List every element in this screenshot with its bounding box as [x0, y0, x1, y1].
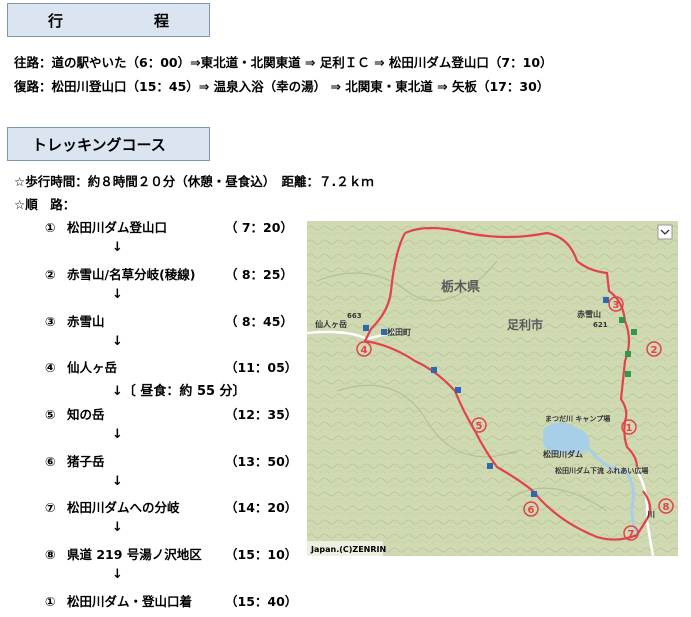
map-label-town: 松田町 — [387, 327, 411, 337]
step-2: ② 赤雪山/名草分岐(稜線) （ 8：25） — [45, 267, 293, 282]
arrow-6: ↓ — [112, 474, 123, 489]
step-8: ⑧ 県道 219 号湯ノ沢地区 （15：10） — [45, 547, 298, 562]
svg-text:3: 3 — [613, 300, 620, 311]
arrow-2: ↓ — [112, 287, 123, 302]
step-1: ① 松田川ダム登山口（ 7：20） — [45, 220, 293, 235]
arrow-1: ↓ — [112, 240, 123, 255]
section-header-itinerary: 行 程 — [7, 3, 210, 37]
map-label-dam: 松田川ダム — [543, 449, 583, 459]
step-5: ⑤ 知の岳 （12：35） — [45, 407, 298, 422]
course-label: ☆順 路： — [14, 197, 76, 212]
map-label-river: 川 — [646, 510, 655, 519]
step-9-return: ① 松田川ダム・登山口着 （15：40） — [45, 594, 298, 609]
map-label-akayuki-elev: 621 — [593, 321, 608, 329]
trail-map[interactable]: 1 2 3 4 5 6 7 8 栃木県 足利市 赤雪山 621 仙人ヶ岳 663… — [307, 221, 678, 556]
map-label-akayuki: 赤雪山 — [577, 309, 601, 319]
svg-text:2: 2 — [651, 345, 658, 356]
step-7: ⑦ 松田川ダムへの分岐 （14：20） — [45, 500, 298, 515]
arrow-8: ↓ — [112, 567, 123, 582]
svg-text:8: 8 — [663, 502, 670, 513]
map-copyright: Japan.(C)ZENRIN — [310, 545, 386, 554]
map-label-prefecture: 栃木県 — [441, 279, 480, 295]
map-expand-button[interactable] — [657, 224, 673, 240]
section-header-trekking-course: トレッキングコース — [7, 127, 210, 161]
course-summary: ☆歩行時間：約８時間２０分（休憩・昼食込） 距離：７.２ｋｍ — [14, 174, 374, 189]
svg-text:5: 5 — [476, 421, 483, 432]
map-label-park: 松田川ダム下流 ふれあい広場 — [555, 466, 648, 475]
svg-text:6: 6 — [528, 505, 535, 516]
svg-text:4: 4 — [361, 345, 368, 356]
map-label-camp: まつだ川 キャンプ場 — [545, 414, 610, 423]
map-label-city: 足利市 — [507, 317, 543, 332]
route-return: 復路：松田川登山口（15：45）⇒ 温泉入浴（幸の湯） ⇒ 北関東・東北道 ⇒ … — [14, 79, 550, 94]
svg-text:1: 1 — [626, 423, 633, 434]
step-4: ④ 仙人ヶ岳 （11：05） — [45, 360, 298, 375]
step-6: ⑥ 猪子岳 （13：50） — [45, 454, 298, 469]
map-label-sennin-elev: 663 — [347, 312, 362, 320]
arrow-7: ↓ — [112, 520, 123, 535]
arrow-4-lunch: ↓〔 昼食：約 55 分〕 — [112, 384, 246, 399]
map-label-sennin: 仙人ヶ岳 — [315, 319, 347, 329]
trail-map-svg: 1 2 3 4 5 6 7 8 栃木県 足利市 赤雪山 621 仙人ヶ岳 663… — [307, 221, 678, 556]
arrow-5: ↓ — [112, 427, 123, 442]
svg-text:7: 7 — [628, 529, 635, 540]
route-outbound: 往路：道の駅やいた（6：00）⇒東北道・北関東道 ⇒ 足利ＩＣ ⇒ 松田川ダム登… — [14, 55, 553, 70]
arrow-3: ↓ — [112, 334, 123, 349]
step-3: ③ 赤雪山（ 8：45） — [45, 314, 293, 329]
